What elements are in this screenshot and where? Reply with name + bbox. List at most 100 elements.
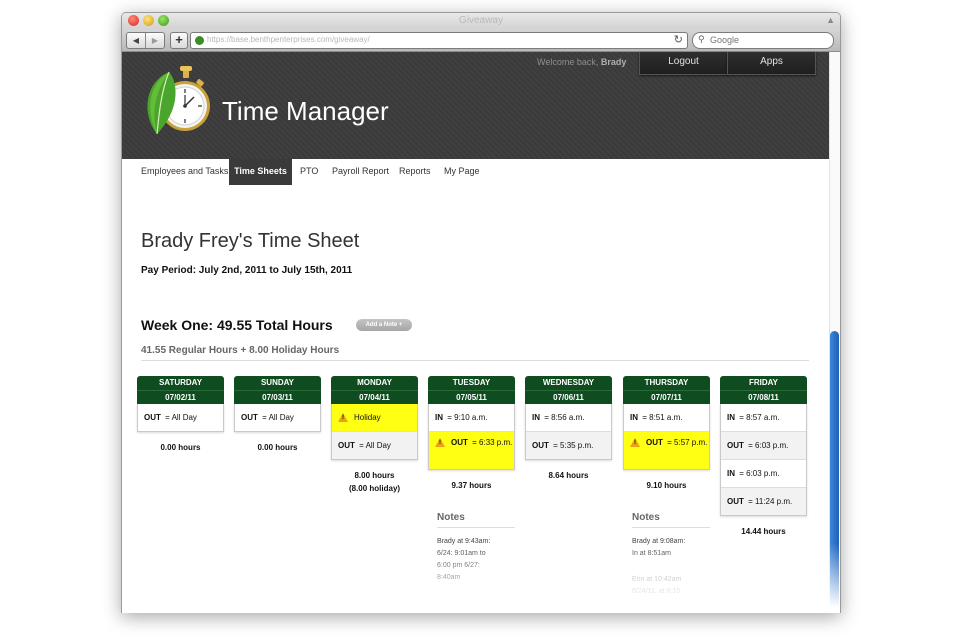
entry-equals: = — [737, 413, 747, 422]
entry-equals: = — [259, 413, 269, 422]
nav-employees-and-tasks[interactable]: Employees and Tasks — [141, 159, 228, 185]
site-header: Welcome back, Brady Logout Apps Time Man… — [122, 52, 829, 159]
search-field[interactable]: ⚲ — [692, 32, 834, 49]
time-entry[interactable]: IN = 8:56 a.m. — [526, 404, 611, 431]
entry-kind: OUT — [646, 438, 663, 447]
note-line: Erin at 10:42am — [632, 576, 682, 583]
back-button[interactable]: ◀ — [127, 33, 145, 48]
page-title: Brady Frey's Time Sheet — [141, 230, 360, 252]
day-name: THURSDAY — [644, 378, 689, 387]
hours-summary: 41.55 Regular Hours + 8.00 Holiday Hours — [141, 345, 340, 356]
entry-equals: = — [745, 497, 756, 506]
time-entry[interactable]: OUT = All Day — [138, 404, 223, 431]
address-bar[interactable]: https://base.benthpenterprises.com/givea… — [190, 32, 688, 49]
note-line: 6:00 pm 6/27: — [437, 562, 480, 569]
entry-text: OUT = All Day — [241, 413, 294, 422]
entry-equals: = — [640, 413, 650, 422]
entry-kind: OUT — [241, 413, 258, 422]
day-total-hours: 9.37 hours — [451, 481, 492, 490]
logout-button[interactable]: Logout — [639, 52, 728, 75]
day-total-hours: 14.44 hours — [741, 527, 786, 536]
entry-value: 8:57 a.m. — [746, 413, 780, 422]
entry-kind: IN — [532, 413, 540, 422]
time-entry[interactable]: IN = 6:03 p.m. — [721, 459, 806, 487]
nav-time-sheets[interactable]: Time Sheets — [229, 159, 292, 185]
time-entry[interactable]: OUT = 11:24 p.m. — [721, 487, 806, 515]
time-entries: IN = 8:57 a.m. OUT = 6:03 p.m. IN = 6:03 p… — [720, 404, 807, 516]
note-entry: Brady at 9:43am: 6/24: 9:01am to 6:00 pm 6… — [437, 536, 515, 584]
nav-reports[interactable]: Reports — [399, 159, 431, 185]
welcome-message: Welcome back, Brady — [537, 57, 626, 67]
entry-kind: OUT — [338, 441, 355, 450]
day-header: SATURDAY 07/02/11 — [137, 376, 224, 404]
search-input[interactable] — [710, 34, 825, 46]
entry-value: 6:03 p.m. — [755, 441, 789, 450]
day-total-hours: 9.10 hours — [646, 481, 687, 490]
forward-button[interactable]: ▶ — [145, 33, 164, 48]
entry-text: OUT = All Day — [338, 441, 391, 450]
note-line: 8:40am — [437, 574, 461, 581]
welcome-user: Brady — [600, 57, 627, 67]
add-note-button[interactable]: Add a Note + — [356, 319, 412, 331]
reload-icon[interactable]: ↻ — [674, 33, 683, 46]
entry-text: OUT = 11:24 p.m. — [727, 497, 792, 506]
day-header: MONDAY 07/04/11 — [331, 376, 418, 404]
main-nav: Employees and Tasks Time Sheets PTO Payr… — [122, 159, 829, 185]
day-date: 07/06/11 — [525, 390, 612, 404]
entry-equals: = — [745, 441, 756, 450]
day-header: WEDNESDAY 07/06/11 — [525, 376, 612, 404]
day-name: MONDAY — [357, 378, 392, 387]
add-bookmark-button[interactable]: + — [170, 32, 188, 49]
nav-my-page[interactable]: My Page — [444, 159, 480, 185]
time-entries: Holiday OUT = All Day — [331, 404, 418, 460]
time-entry[interactable]: OUT = All Day — [332, 431, 417, 459]
search-icon: ⚲ — [698, 34, 705, 44]
entry-text: OUT = All Day — [144, 413, 197, 422]
entry-kind: IN — [727, 413, 735, 422]
day-date: 07/02/11 — [137, 390, 224, 404]
time-entry[interactable]: OUT = 5:57 p.m. — [624, 431, 709, 469]
entry-value: All Day — [268, 413, 294, 422]
day-column-saturday: SATURDAY 07/02/11 OUT = All Day 0.00 hours — [137, 376, 224, 454]
time-entry[interactable]: OUT = All Day — [235, 404, 320, 431]
day-name: SUNDAY — [260, 378, 295, 387]
time-entry[interactable]: IN = 8:57 a.m. — [721, 404, 806, 431]
day-column-friday: FRIDAY 07/08/11 IN = 8:57 a.m. OUT = 6:03 p… — [720, 376, 807, 538]
entry-kind: IN — [435, 413, 443, 422]
time-entry[interactable]: IN = 9:10 a.m. — [429, 404, 514, 431]
scrollbar-thumb[interactable] — [830, 331, 839, 613]
entry-kind: OUT — [451, 438, 468, 447]
day-total: 9.10 hours — [623, 479, 710, 492]
time-entry[interactable]: OUT = 6:03 p.m. — [721, 431, 806, 459]
day-name: TUESDAY — [452, 378, 491, 387]
entry-value: 6:03 p.m. — [746, 469, 780, 478]
time-entry[interactable]: IN = 8:51 a.m. — [624, 404, 709, 431]
day-name: WEDNESDAY — [542, 378, 595, 387]
time-entries: IN = 8:56 a.m. OUT = 5:35 p.m. — [525, 404, 612, 460]
entry-kind: OUT — [532, 441, 549, 450]
welcome-prefix: Welcome back, — [537, 57, 599, 67]
browser-window: Giveaway ▲ ◀ ▶ + https://base.benthpente… — [121, 12, 841, 613]
day-name: SATURDAY — [158, 378, 203, 387]
time-entry[interactable]: OUT = 5:35 p.m. — [526, 431, 611, 459]
time-entry[interactable]: Holiday — [332, 404, 417, 431]
day-total: 14.44 hours — [720, 525, 807, 538]
note-entry: Brady at 9:08am: In at 8:51am — [632, 536, 710, 560]
entry-text: OUT = 5:57 p.m. — [646, 438, 707, 447]
time-entries: OUT = All Day — [137, 404, 224, 432]
week-title: Week One: 49.55 Total Hours — [141, 317, 333, 333]
entry-text: IN = 9:10 a.m. — [435, 413, 487, 422]
entry-value: 9:10 a.m. — [454, 413, 488, 422]
time-entry[interactable]: OUT = 6:33 p.m. — [429, 431, 514, 469]
entry-value: All Day — [365, 441, 391, 450]
entry-text: OUT = 6:03 p.m. — [727, 441, 788, 450]
entry-text: OUT = 5:35 p.m. — [532, 441, 593, 450]
apps-button[interactable]: Apps — [727, 52, 816, 75]
entry-kind: IN — [630, 413, 638, 422]
day-total: 0.00 hours — [137, 441, 224, 454]
day-header: SUNDAY 07/03/11 — [234, 376, 321, 404]
day-header: THURSDAY 07/07/11 — [623, 376, 710, 404]
nav-payroll-report[interactable]: Payroll Report — [332, 159, 389, 185]
day-name: FRIDAY — [748, 378, 779, 387]
nav-pto[interactable]: PTO — [300, 159, 318, 185]
